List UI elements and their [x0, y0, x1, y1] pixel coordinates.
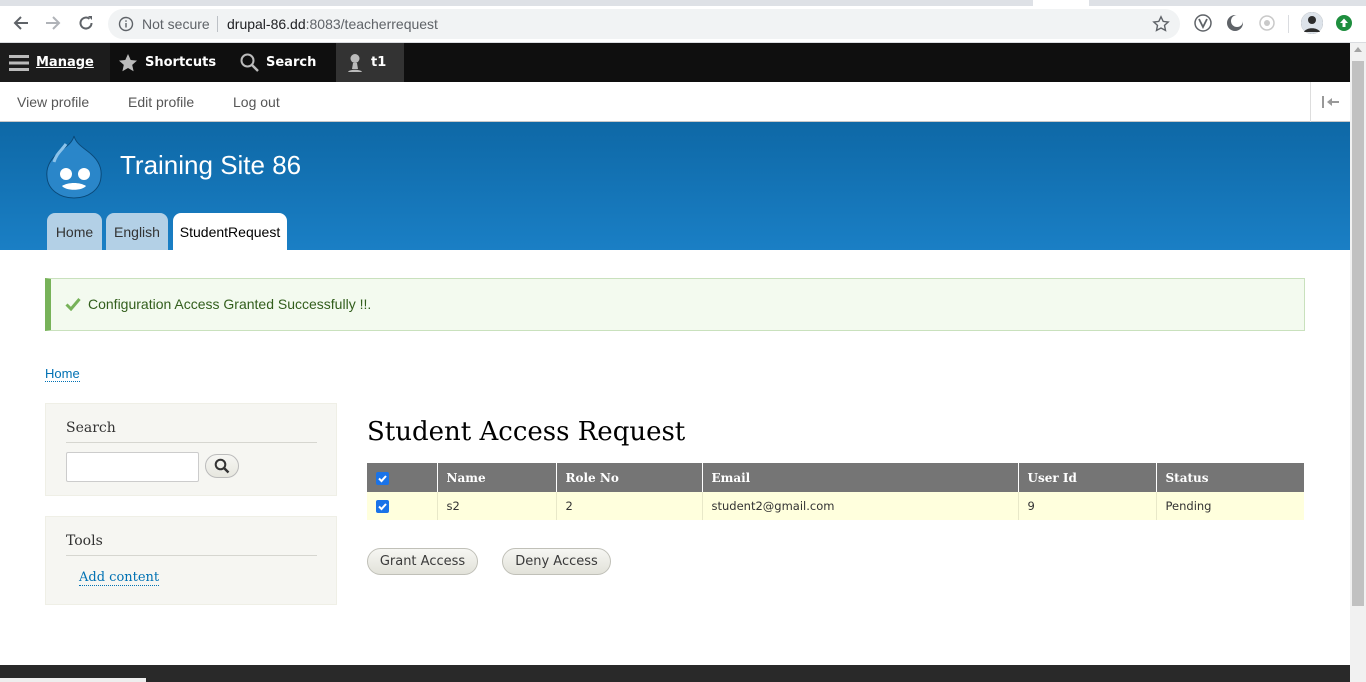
update-arrow-icon[interactable] — [1336, 15, 1352, 31]
column-header-status: Status — [1155, 463, 1304, 492]
toolbar-divider — [1288, 15, 1289, 33]
vue-devtools-extension-icon[interactable] — [1194, 14, 1212, 32]
table-row: s2 2 student2@gmail.com 9 Pending — [367, 492, 1304, 520]
tab-english[interactable]: English — [106, 213, 168, 250]
toolbar-user[interactable]: t1 — [336, 43, 404, 82]
star-icon — [119, 53, 137, 71]
sidebar-search-button[interactable] — [205, 454, 239, 478]
tools-block: Tools Add content — [45, 516, 337, 605]
tab-studentrequest[interactable]: StudentRequest — [173, 213, 287, 250]
student-request-table: Name Role No Email User Id Status s2 2 s… — [367, 463, 1304, 520]
select-all-header[interactable] — [367, 463, 437, 492]
search-icon — [240, 53, 259, 72]
drupal-logo[interactable] — [44, 134, 104, 200]
row-checkbox[interactable] — [376, 500, 389, 513]
cell-name: s2 — [436, 492, 556, 520]
site-header: Training Site 86 Home English StudentReq… — [0, 122, 1350, 250]
column-header-email: Email — [701, 463, 1018, 492]
timer-extension-icon[interactable] — [1258, 14, 1276, 32]
cell-email: student2@gmail.com — [701, 492, 1018, 520]
table-header-row: Name Role No Email User Id Status — [367, 463, 1304, 492]
admin-toolbar: Manage Shortcuts Search t1 — [0, 43, 1350, 82]
url-path: :8083/teacherrequest — [305, 16, 438, 32]
column-header-role-no: Role No — [555, 463, 702, 492]
checkmark-icon — [65, 297, 81, 312]
toolbar-shortcuts[interactable]: Shortcuts — [110, 43, 230, 82]
cell-user-id: 9 — [1017, 492, 1156, 520]
status-message: Configuration Access Granted Successfull… — [45, 278, 1305, 331]
toolbar-manage-label: Manage — [36, 55, 94, 70]
forward-icon[interactable] — [42, 12, 64, 34]
browser-toolbar: Not secure drupal-86.dd:8083/teacherrequ… — [0, 0, 1366, 43]
hamburger-icon — [9, 54, 29, 71]
active-browser-tab[interactable] — [1033, 0, 1089, 6]
select-all-checkbox[interactable] — [376, 471, 389, 485]
page-scrollbar[interactable] — [1350, 43, 1366, 682]
log-out-link[interactable]: Log out — [233, 94, 280, 110]
toolbar-manage[interactable]: Manage — [0, 43, 110, 82]
address-bar[interactable]: Not secure drupal-86.dd:8083/teacherrequ… — [108, 9, 1180, 39]
omnibox-divider — [217, 16, 218, 32]
security-label: Not secure — [142, 16, 210, 32]
scroll-thumb[interactable] — [1352, 61, 1364, 606]
sidebar-search-input[interactable] — [66, 452, 199, 482]
search-block-rule — [66, 442, 317, 443]
search-block: Search — [45, 403, 337, 496]
page-title: Student Access Request — [367, 417, 686, 447]
breadcrumb-home[interactable]: Home — [45, 366, 80, 382]
tab-home[interactable]: Home — [47, 213, 102, 250]
deny-access-button[interactable]: Deny Access — [502, 548, 611, 575]
collapse-arrow-icon — [1321, 96, 1339, 108]
back-icon[interactable] — [10, 12, 32, 34]
collapse-tray-button[interactable] — [1310, 82, 1350, 122]
view-profile-link[interactable]: View profile — [17, 94, 89, 110]
dark-mode-extension-icon[interactable] — [1226, 14, 1244, 32]
user-icon — [348, 53, 362, 72]
search-block-title: Search — [66, 420, 116, 436]
status-message-text: Configuration Access Granted Successfull… — [88, 296, 372, 312]
grant-access-button[interactable]: Grant Access — [367, 548, 478, 575]
site-name[interactable]: Training Site 86 — [120, 150, 301, 181]
url-text[interactable]: drupal-86.dd:8083/teacherrequest — [227, 16, 438, 32]
cell-role-no: 2 — [555, 492, 702, 520]
tools-block-rule — [66, 555, 317, 556]
toolbar-search[interactable]: Search — [230, 43, 336, 82]
download-bar-hint — [0, 678, 146, 682]
tab-strip — [0, 0, 1366, 6]
url-host: drupal-86.dd — [227, 16, 306, 32]
bookmark-star-icon[interactable] — [1152, 15, 1170, 33]
magnifier-icon — [214, 458, 230, 474]
site-footer — [0, 665, 1350, 682]
toolbar-shortcuts-label: Shortcuts — [145, 55, 217, 70]
profile-avatar-icon[interactable] — [1301, 12, 1323, 34]
cell-status: Pending — [1155, 492, 1304, 520]
tools-block-title: Tools — [66, 533, 103, 549]
toolbar-search-label: Search — [266, 55, 317, 70]
user-tray: View profile Edit profile Log out — [0, 82, 1350, 122]
row-select-cell[interactable] — [367, 492, 437, 520]
column-header-user-id: User Id — [1017, 463, 1156, 492]
add-content-link[interactable]: Add content — [79, 570, 160, 586]
scroll-up-arrow-icon[interactable] — [1354, 47, 1362, 52]
column-header-name: Name — [436, 463, 556, 492]
edit-profile-link[interactable]: Edit profile — [128, 94, 194, 110]
info-icon[interactable] — [118, 16, 134, 32]
toolbar-user-label: t1 — [371, 55, 387, 70]
reload-icon[interactable] — [75, 12, 97, 34]
